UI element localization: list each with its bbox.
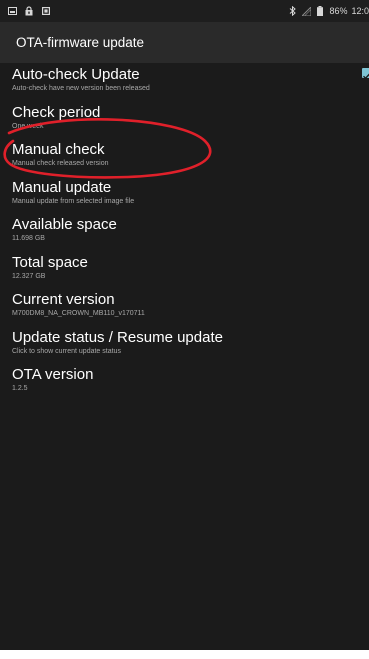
- preference-summary: M700DM8_NA_CROWN_MB110_v170711: [12, 310, 145, 317]
- page-title: OTA-firmware update: [16, 35, 145, 50]
- preference-summary: 1.2.5: [12, 385, 28, 392]
- screenshot-icon: [7, 5, 17, 17]
- auto-check-checkbox[interactable]: [362, 68, 369, 78]
- preference-summary: 11.698 GB: [12, 235, 45, 242]
- preference-title: Auto-check Update: [12, 66, 140, 83]
- checkmark-icon: [363, 73, 369, 78]
- available-space-item[interactable]: Available space 11.698 GB: [0, 213, 369, 251]
- manual-check-item[interactable]: Manual check Manual check released versi…: [0, 138, 369, 176]
- battery-icon: [315, 5, 325, 17]
- bluetooth-icon: [287, 5, 297, 17]
- status-bar: 86% 12:0: [0, 0, 369, 22]
- preference-summary: Auto-check have new version been release…: [12, 85, 150, 92]
- preference-title: OTA version: [12, 366, 94, 383]
- preference-title: Available space: [12, 216, 117, 233]
- status-clock: 12:0: [351, 6, 369, 16]
- preference-summary: Click to show current update status: [12, 347, 121, 355]
- update-status-item[interactable]: Update status / Resume update Click to s…: [0, 326, 369, 364]
- status-bar-left: [0, 5, 51, 17]
- ota-version-item[interactable]: OTA version 1.2.5: [0, 363, 369, 401]
- signal-icon: [301, 5, 311, 17]
- lock-icon: [24, 5, 34, 17]
- ota-settings-screen: 86% 12:0 OTA-firmware update Auto-check …: [0, 0, 369, 650]
- notification-icon: [41, 5, 51, 17]
- preference-title: Update status / Resume update: [12, 328, 223, 346]
- preference-summary: One week: [12, 122, 44, 130]
- preference-title: Manual update: [12, 178, 112, 196]
- preference-title: Total space: [12, 253, 88, 271]
- battery-percentage: 86%: [329, 6, 348, 16]
- app-bar: OTA-firmware update: [0, 22, 369, 63]
- total-space-item[interactable]: Total space 12.327 GB: [0, 251, 369, 289]
- preference-title: Check period: [12, 103, 101, 121]
- preference-title: Current version: [12, 291, 115, 308]
- preference-summary: 12.327 GB: [12, 272, 46, 280]
- current-version-item[interactable]: Current version M700DM8_NA_CROWN_MB110_v…: [0, 288, 369, 326]
- preference-summary: Manual update from selected image file: [12, 197, 135, 205]
- auto-check-update-item[interactable]: Auto-check Update Auto-check have new ve…: [0, 63, 369, 101]
- check-period-item[interactable]: Check period One week: [0, 101, 369, 139]
- manual-update-item[interactable]: Manual update Manual update from selecte…: [0, 176, 369, 214]
- preference-summary: Manual check released version: [12, 160, 109, 167]
- preference-title: Manual check: [12, 141, 105, 158]
- status-bar-right: 86% 12:0: [287, 0, 369, 22]
- preference-list: Auto-check Update Auto-check have new ve…: [0, 63, 369, 401]
